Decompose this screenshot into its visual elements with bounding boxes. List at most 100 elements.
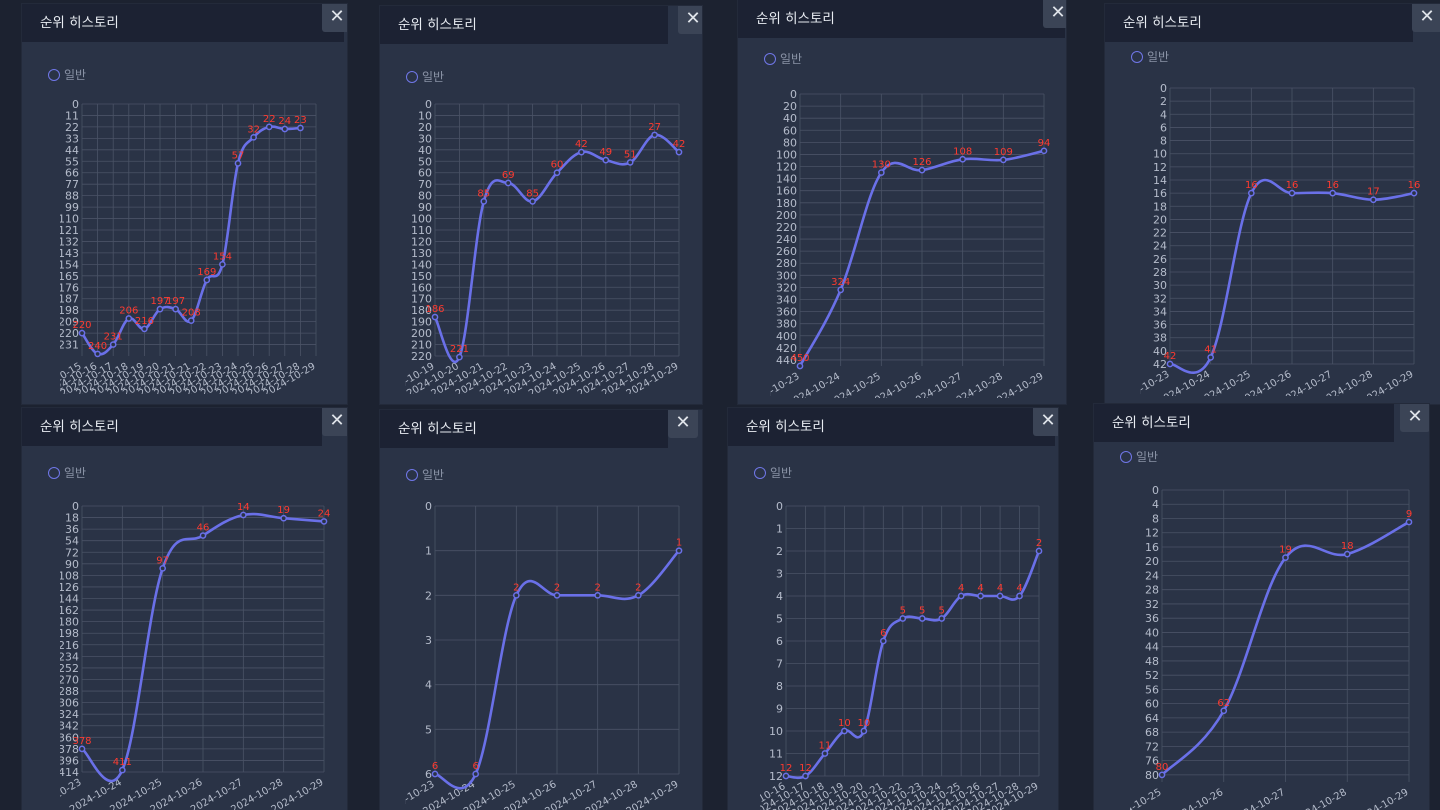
data-point[interactable] [1207, 354, 1215, 361]
data-point[interactable] [265, 123, 273, 131]
data-point[interactable] [602, 156, 610, 164]
data-point[interactable] [796, 362, 804, 370]
data-point[interactable] [977, 592, 984, 600]
legend-item[interactable]: 일반 [754, 464, 792, 481]
data-point[interactable] [472, 770, 480, 778]
data-point[interactable] [431, 770, 439, 778]
data-point[interactable] [999, 156, 1007, 164]
legend-item[interactable]: 일반 [764, 50, 802, 67]
close-icon[interactable]: ✕ [322, 408, 347, 436]
close-icon[interactable]: ✕ [1033, 408, 1058, 436]
close-icon[interactable]: ✕ [668, 410, 698, 438]
data-point[interactable] [675, 148, 683, 156]
data-point[interactable] [125, 315, 133, 322]
data-point[interactable] [553, 591, 561, 599]
y-tick-label: 16 [1145, 541, 1159, 554]
data-point[interactable] [1329, 189, 1337, 197]
rank-line-chart: 0481216202428323640444852566064687276802… [1130, 484, 1413, 810]
legend-item[interactable]: 일반 [48, 464, 86, 481]
data-point[interactable] [938, 615, 946, 622]
data-point[interactable] [118, 766, 126, 774]
data-point[interactable] [78, 329, 86, 337]
data-point[interactable] [1166, 360, 1174, 368]
data-point[interactable] [239, 511, 247, 519]
data-point[interactable] [109, 341, 117, 348]
data-point[interactable] [78, 745, 86, 753]
close-icon[interactable]: ✕ [1412, 4, 1440, 32]
close-icon[interactable]: ✕ [322, 4, 347, 32]
data-point[interactable] [203, 276, 211, 284]
data-point[interactable] [578, 148, 585, 156]
data-point[interactable] [480, 198, 488, 205]
data-point[interactable] [1369, 196, 1377, 204]
data-point[interactable] [504, 179, 512, 187]
legend-item[interactable]: 일반 [1131, 48, 1169, 65]
data-point[interactable] [431, 313, 439, 321]
data-point[interactable] [899, 615, 907, 622]
data-point[interactable] [512, 591, 520, 599]
data-point[interactable] [553, 169, 561, 177]
data-label: 19 [1279, 545, 1292, 556]
data-point[interactable] [1288, 189, 1296, 197]
data-point[interactable] [1220, 707, 1228, 715]
data-point[interactable] [959, 155, 967, 163]
data-point[interactable] [141, 325, 148, 333]
legend-item[interactable]: 일반 [406, 466, 444, 483]
data-label: 154 [213, 251, 232, 262]
data-point[interactable] [1040, 147, 1048, 155]
data-point[interactable] [1035, 547, 1043, 555]
legend-item[interactable]: 일반 [48, 66, 86, 83]
data-point[interactable] [1410, 189, 1418, 197]
data-point[interactable] [918, 615, 926, 622]
data-point[interactable] [187, 317, 195, 324]
y-tick-label: 7 [776, 658, 783, 671]
data-point[interactable] [841, 727, 848, 735]
data-point[interactable] [837, 286, 845, 294]
data-point[interactable] [234, 160, 242, 167]
data-point[interactable] [626, 159, 634, 166]
data-point[interactable] [1247, 189, 1255, 197]
data-point[interactable] [996, 592, 1004, 600]
data-point[interactable] [1405, 518, 1413, 526]
close-icon[interactable]: ✕ [1043, 0, 1066, 28]
data-point[interactable] [821, 750, 829, 757]
y-tick-label: 3 [425, 634, 432, 647]
y-tick-label: 0 [1152, 484, 1159, 497]
data-point[interactable] [297, 124, 304, 132]
data-point[interactable] [802, 772, 809, 780]
data-point[interactable] [529, 198, 536, 205]
y-tick-label: 400 [776, 330, 797, 343]
data-point[interactable] [320, 518, 328, 525]
data-point[interactable] [159, 564, 167, 572]
data-point[interactable] [860, 727, 868, 735]
data-point[interactable] [634, 591, 642, 599]
data-point[interactable] [594, 591, 602, 599]
data-point[interactable] [1158, 771, 1166, 779]
legend-item[interactable]: 일반 [406, 68, 444, 85]
data-point[interactable] [877, 169, 885, 176]
data-point[interactable] [94, 350, 101, 358]
data-point[interactable] [879, 637, 887, 645]
data-label: 22 [263, 114, 276, 125]
data-point[interactable] [1343, 550, 1351, 558]
data-point[interactable] [172, 305, 179, 313]
rank-line-chart: 0246810121416182022242628303234363840422… [1140, 82, 1420, 396]
data-point[interactable] [280, 514, 288, 522]
data-point[interactable] [281, 125, 289, 133]
data-point[interactable] [156, 305, 164, 313]
data-point[interactable] [782, 772, 790, 780]
data-point[interactable] [250, 133, 257, 141]
data-point[interactable] [651, 131, 658, 139]
data-point[interactable] [1016, 592, 1023, 600]
data-point[interactable] [1282, 554, 1289, 562]
close-icon[interactable]: ✕ [1400, 404, 1429, 432]
data-point[interactable] [199, 532, 207, 539]
y-tick-label: 8 [776, 680, 783, 693]
data-point[interactable] [918, 166, 926, 174]
legend-item[interactable]: 일반 [1120, 448, 1158, 465]
data-point[interactable] [675, 547, 683, 555]
data-point[interactable] [957, 592, 965, 600]
data-point[interactable] [456, 353, 463, 361]
close-icon[interactable]: ✕ [678, 6, 702, 34]
data-point[interactable] [219, 261, 226, 268]
